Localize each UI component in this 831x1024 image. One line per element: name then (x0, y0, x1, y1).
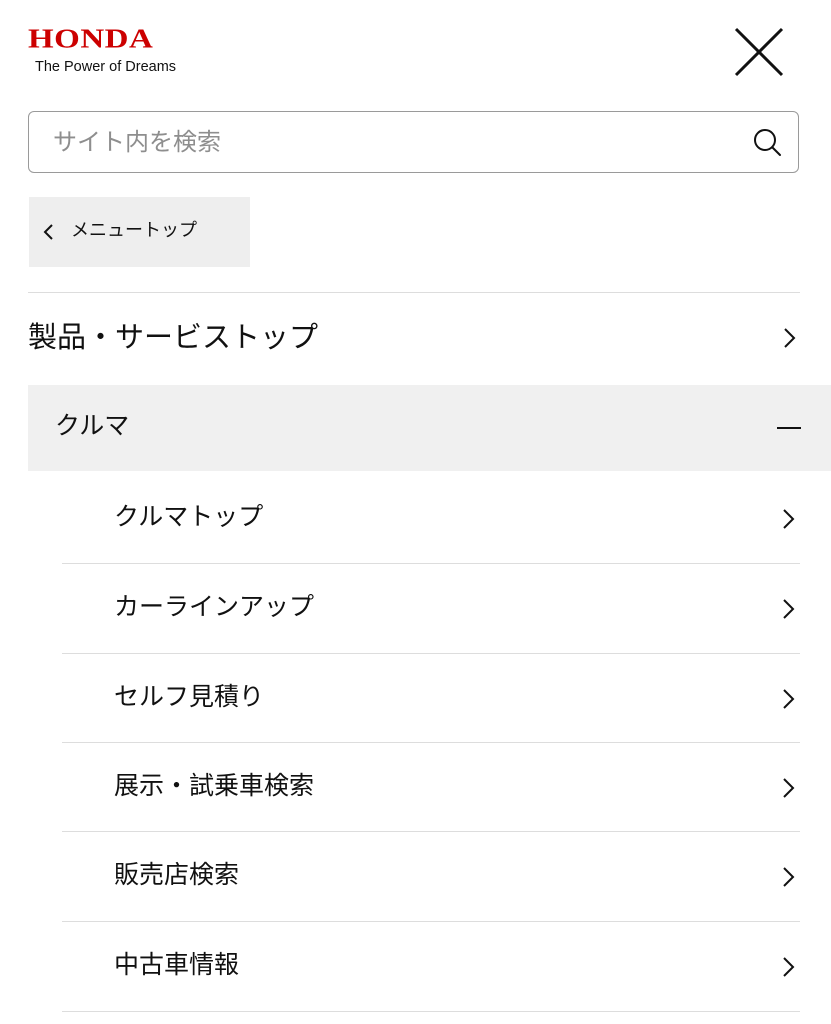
search-box (28, 111, 799, 173)
search-icon[interactable] (752, 127, 782, 157)
chevron-left-icon (43, 224, 53, 240)
minus-icon (777, 427, 801, 429)
menu-item-label: 展示・試乗車検索 (114, 771, 315, 800)
menu-item-dealer-search[interactable]: 販売店検索 (62, 832, 800, 921)
menu-item-label: クルマトップ (114, 502, 264, 531)
menu-item-label: 販売店検索 (114, 860, 240, 889)
menu-item-car-top[interactable]: クルマトップ (62, 474, 800, 563)
menu-item-self-estimate[interactable]: セルフ見積り (62, 654, 800, 743)
menu-item-used-car-info[interactable]: 中古車情報 (62, 922, 800, 1011)
menu-item-car-lineup[interactable]: カーラインアップ (62, 564, 800, 653)
chevron-right-icon (783, 599, 795, 619)
products-services-top-label: 製品・サービストップ (28, 320, 319, 354)
chevron-right-icon (783, 778, 795, 798)
honda-logo[interactable]: HONDA The Power of Dreams (28, 24, 233, 75)
logo-tagline: The Power of Dreams (35, 59, 177, 75)
menu-top-back-button[interactable]: メニュートップ (29, 197, 250, 267)
chevron-right-icon (783, 509, 795, 529)
menu-item-label: セルフ見積り (114, 682, 265, 711)
close-button[interactable] (728, 25, 788, 85)
logo-wordmark: HONDA (28, 24, 154, 54)
chevron-right-icon (783, 957, 795, 977)
menu-item-test-drive-search[interactable]: 展示・試乗車検索 (62, 743, 800, 832)
chevron-right-icon (784, 328, 796, 348)
chevron-right-icon (783, 689, 795, 709)
section-header-car[interactable]: クルマ (28, 385, 831, 471)
divider (28, 292, 800, 293)
section-header-label: クルマ (55, 411, 130, 440)
menu-item-label: カーラインアップ (114, 592, 315, 621)
divider (62, 1011, 800, 1012)
menu-item-label: 中古車情報 (114, 950, 240, 979)
close-icon (734, 27, 784, 77)
products-services-top-link[interactable]: 製品・サービストップ (28, 294, 799, 382)
back-button-label: メニュートップ (71, 220, 197, 241)
chevron-right-icon (783, 867, 795, 887)
search-input[interactable] (53, 112, 733, 171)
